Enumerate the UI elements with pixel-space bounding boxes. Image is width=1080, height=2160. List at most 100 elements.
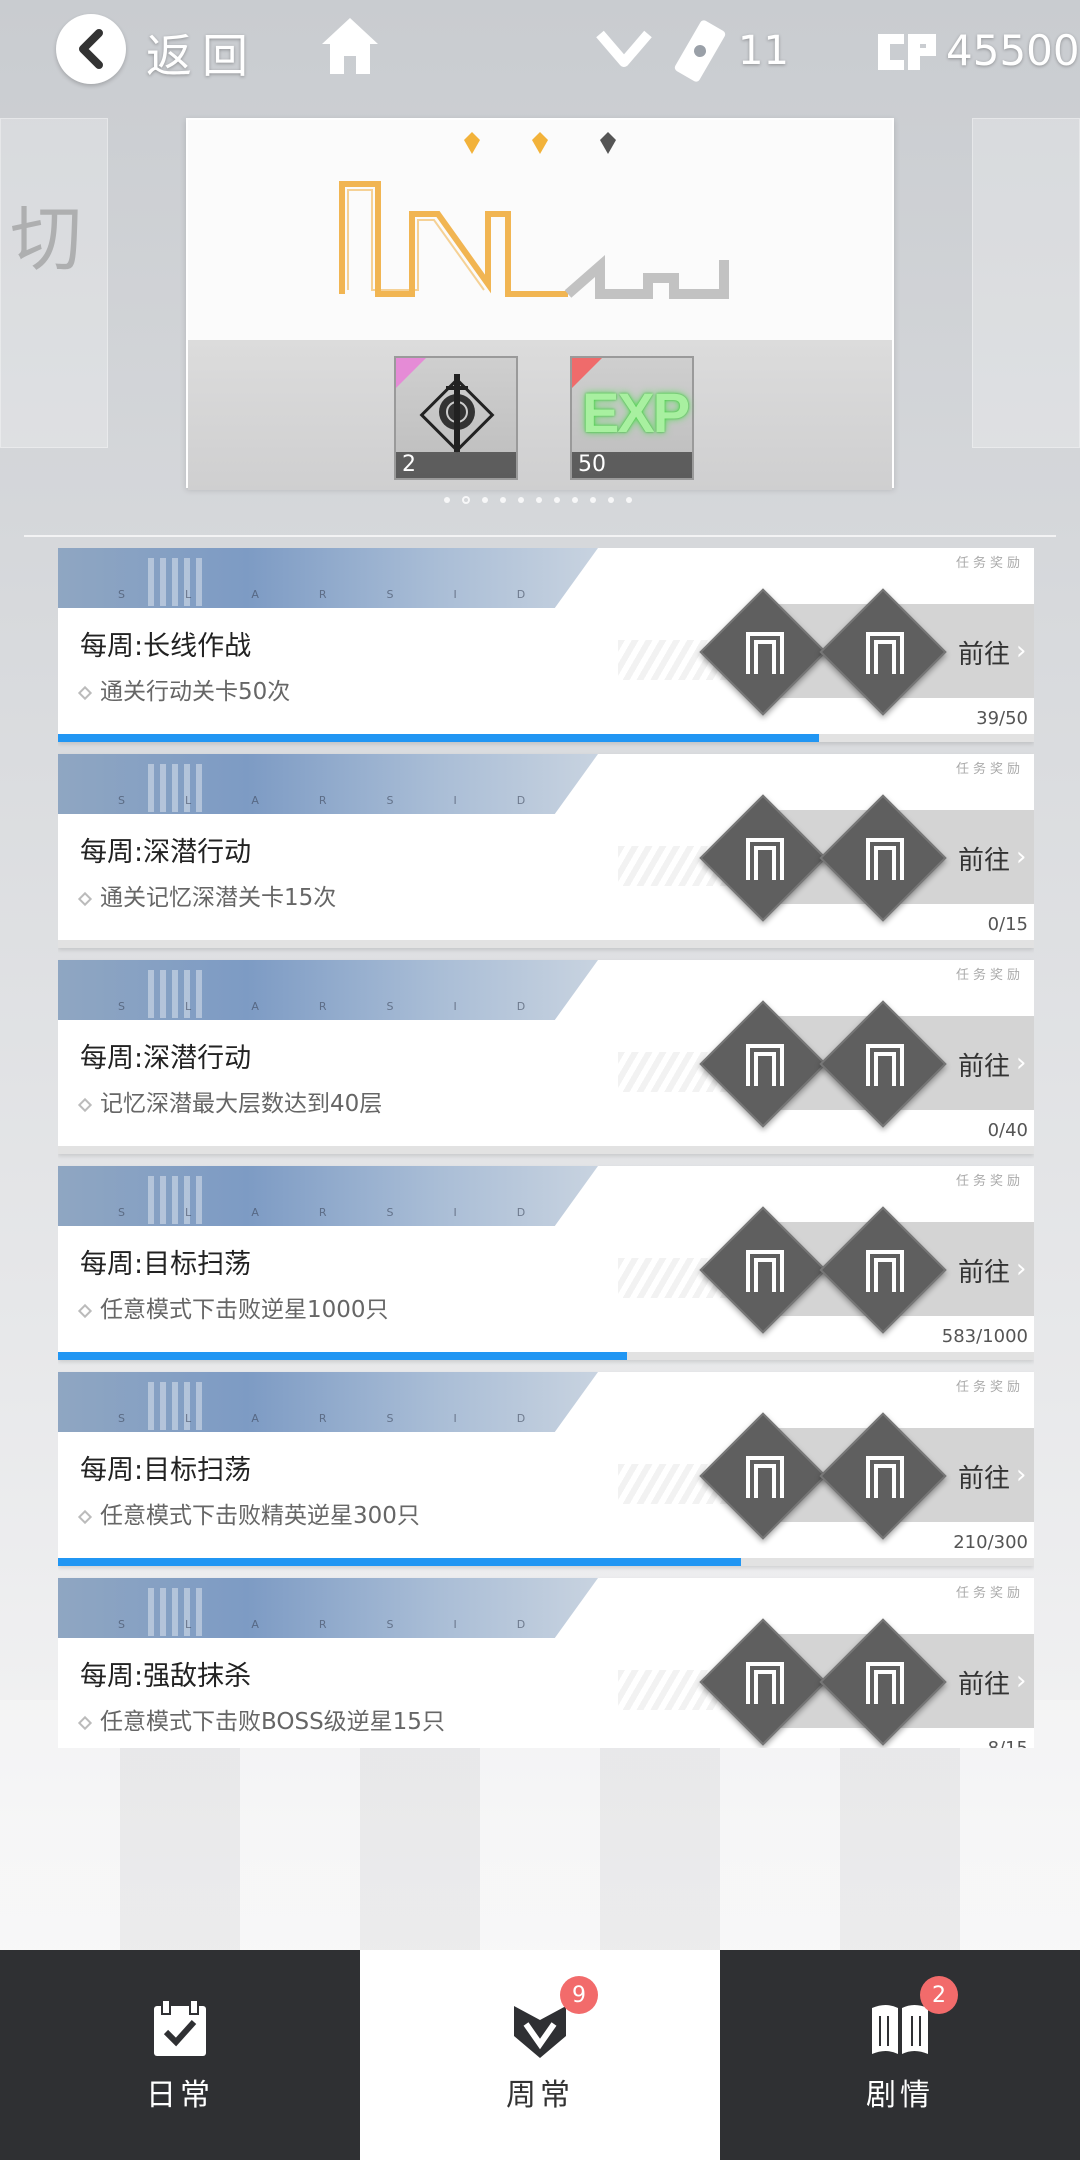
task-banner: SLARSID: [58, 548, 598, 608]
page-dot[interactable]: [554, 497, 560, 503]
chevron-right-icon: ›: [1016, 1666, 1027, 1696]
cp-icon: [878, 34, 936, 70]
reward-tag: 任务奖励: [955, 1380, 1024, 1395]
progress-bar: [58, 940, 1034, 948]
tier-logo-icon: [339, 181, 729, 299]
gem-icon: [532, 132, 548, 154]
reward-tag: 任务奖励: [955, 968, 1024, 983]
progress-fill: [58, 734, 820, 742]
gate-icon: [860, 1452, 910, 1502]
chevron-right-icon: ›: [1016, 842, 1027, 872]
page-dot[interactable]: [518, 497, 524, 503]
go-button[interactable]: 前往: [958, 634, 1010, 671]
reward-qty: 50: [572, 452, 692, 478]
task-desc-text: 任意模式下击败逆星1000只: [100, 1297, 389, 1323]
chevron-right-icon: ›: [1016, 1254, 1027, 1284]
notification-badge: 9: [560, 1976, 598, 2014]
reward-panel-body: [188, 340, 892, 490]
divider: [24, 535, 1056, 537]
progress-bar: [58, 734, 1034, 742]
tab-label: 日常: [146, 2078, 214, 2113]
progress-text: 583/1000: [941, 1326, 1028, 1347]
task-title: 每周:目标扫荡: [80, 1249, 252, 1280]
gem-icon: [600, 132, 616, 154]
task-card: SLARSID 任务奖励 每周:目标扫荡 任意模式下击败精英逆星300只 前往 › 210/…: [58, 1372, 1034, 1566]
task-title: 每周:目标扫荡: [80, 1455, 252, 1486]
banner-letters: SLARSID: [118, 1000, 586, 1013]
page-dot[interactable]: [536, 497, 542, 503]
home-icon[interactable]: [318, 14, 382, 78]
tab-weekly[interactable]: 9 周常: [360, 1950, 720, 2160]
task-desc-text: 通关行动关卡50次: [100, 679, 291, 705]
bg-kanji: 切: [10, 197, 91, 281]
task-banner: SLARSID: [58, 1578, 598, 1638]
reward-tag: 任务奖励: [955, 1174, 1024, 1189]
reward-item[interactable]: EXP 50: [570, 356, 694, 480]
bottom-nav: 日常 9 周常 2 剧情: [0, 1950, 1080, 2160]
task-desc: 记忆深潜最大层数达到40层: [77, 1084, 383, 1118]
chevron-right-icon: ›: [1016, 1048, 1027, 1078]
gate-icon: [740, 1452, 790, 1502]
progress-bar: [58, 1352, 1034, 1360]
go-button[interactable]: 前往: [958, 1252, 1010, 1289]
progress-text: 8/15: [988, 1738, 1028, 1748]
progress-fill: [58, 1558, 742, 1566]
chevron-down-icon[interactable]: [594, 26, 654, 74]
task-banner: SLARSID: [58, 960, 598, 1020]
bullet-icon: [77, 685, 93, 700]
tab-label: 剧情: [866, 2078, 934, 2113]
reward-item[interactable]: 2: [394, 356, 518, 480]
task-list[interactable]: SLARSID 任务奖励 每周:长线作战 通关行动关卡50次 前往 › 39/50 SLARS…: [58, 548, 1034, 1748]
calendar-check-icon: [154, 1999, 206, 2056]
gate-icon: [740, 1246, 790, 1296]
tab-label: 周常: [506, 2078, 574, 2113]
reward-tag: 任务奖励: [955, 556, 1024, 571]
page-dot[interactable]: [462, 496, 470, 504]
page-dot[interactable]: [444, 497, 450, 503]
banner-letters: SLARSID: [118, 588, 586, 601]
bg-tile-right: [972, 118, 1080, 448]
tab-daily[interactable]: 日常: [0, 1950, 360, 2160]
banner-letters: SLARSID: [118, 1412, 586, 1425]
progress-fill: [58, 1352, 627, 1360]
back-button[interactable]: [56, 14, 126, 84]
task-title: 每周:强敌抹杀: [80, 1661, 252, 1692]
task-banner: SLARSID: [58, 1372, 598, 1432]
page-dot[interactable]: [626, 497, 632, 503]
task-card: SLARSID 任务奖励 每周:深潜行动 通关记忆深潜关卡15次 前往 › 0/15: [58, 754, 1034, 948]
gate-icon: [860, 1040, 910, 1090]
sword-gear-icon: [419, 374, 495, 453]
task-title: 每周:深潜行动: [80, 837, 252, 868]
banner-letters: SLARSID: [118, 794, 586, 807]
page-indicator[interactable]: [444, 496, 632, 504]
progress-text: 0/40: [987, 1120, 1028, 1141]
go-button[interactable]: 前往: [958, 1664, 1010, 1701]
page-dot[interactable]: [608, 497, 614, 503]
task-banner: SLARSID: [58, 754, 598, 814]
task-card: SLARSID 任务奖励 每周:目标扫荡 任意模式下击败逆星1000只 前往 › 583/1…: [58, 1166, 1034, 1360]
bullet-icon: [77, 1303, 93, 1318]
go-button[interactable]: 前往: [958, 1458, 1010, 1495]
tab-story[interactable]: 2 剧情: [720, 1950, 1080, 2160]
bullet-icon: [77, 891, 93, 906]
task-desc: 通关记忆深潜关卡15次: [77, 878, 336, 912]
progress-text: 0/15: [987, 914, 1028, 935]
back-label[interactable]: 返回: [146, 20, 258, 86]
task-desc-text: 记忆深潜最大层数达到40层: [100, 1091, 383, 1117]
page-dot[interactable]: [572, 497, 578, 503]
progress-bar: [58, 1146, 1034, 1154]
page-dot[interactable]: [590, 497, 596, 503]
gate-icon: [860, 834, 910, 884]
go-button[interactable]: 前往: [958, 1046, 1010, 1083]
back-arrow-icon: [79, 29, 103, 69]
reward-panel: 2 EXP 50: [186, 118, 894, 490]
gate-icon: [740, 1040, 790, 1090]
go-button[interactable]: 前往: [958, 840, 1010, 877]
task-card: SLARSID 任务奖励 每周:长线作战 通关行动关卡50次 前往 › 39/50: [58, 548, 1034, 742]
task-title: 每周:长线作战: [80, 631, 252, 662]
cp-value: 45500: [946, 26, 1080, 75]
page-dot[interactable]: [500, 497, 506, 503]
banner-letters: SLARSID: [118, 1618, 586, 1631]
page-dot[interactable]: [482, 497, 488, 503]
progress-bar: [58, 1558, 1034, 1566]
